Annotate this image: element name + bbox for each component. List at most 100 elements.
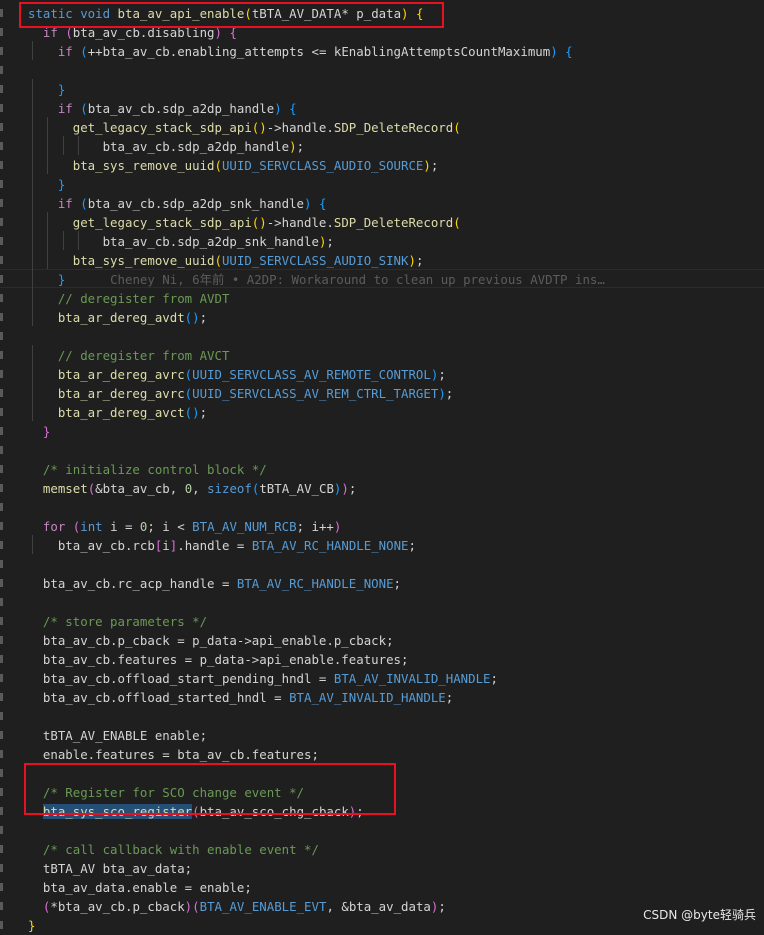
code-line[interactable]: tBTA_AV bta_av_data;: [0, 858, 764, 877]
code-line[interactable]: bta_av_cb.features = p_data->api_enable.…: [0, 649, 764, 668]
code-line[interactable]: /* call callback with enable event */: [0, 839, 764, 858]
code-token: ;: [438, 899, 446, 914]
gutter-marker: [0, 218, 3, 226]
code-text: memset(&bta_av_cb, 0, sizeof(tBTA_AV_CB)…: [28, 479, 356, 498]
code-line[interactable]: bta_sys_remove_uuid(UUID_SERVCLASS_AUDIO…: [0, 155, 764, 174]
code-line[interactable]: [0, 497, 764, 516]
gutter-marker: [0, 921, 3, 929]
code-text: bta_av_cb.offload_start_pending_hndl = B…: [28, 669, 498, 688]
code-line[interactable]: // deregister from AVDT: [0, 288, 764, 307]
gutter-marker: [0, 66, 3, 74]
code-token: i =: [110, 519, 140, 534]
code-text: bta_sys_remove_uuid(UUID_SERVCLASS_AUDIO…: [28, 156, 439, 175]
code-token: (): [184, 405, 200, 420]
code-text: bta_ar_dereg_avdt();: [28, 308, 207, 327]
code-text: enable.features = bta_av_cb.features;: [28, 745, 319, 764]
code-text: bta_ar_dereg_avrc(UUID_SERVCLASS_AV_REMO…: [28, 365, 446, 384]
code-line[interactable]: if (++bta_av_cb.enabling_attempts <= kEn…: [0, 41, 764, 60]
code-line[interactable]: [0, 554, 764, 573]
code-token: {: [281, 101, 297, 116]
code-line[interactable]: /* initialize control block */: [0, 459, 764, 478]
code-text: (*bta_av_cb.p_cback)(BTA_AV_ENABLE_EVT, …: [28, 897, 446, 916]
code-text: }: [28, 916, 35, 935]
gutter-marker: [0, 617, 3, 625]
code-token: }: [28, 177, 66, 192]
code-token: UUID_SERVCLASS_AUDIO_SINK: [221, 253, 409, 268]
code-token: (: [192, 899, 200, 914]
code-token: bta_ar_dereg_avrc: [28, 386, 185, 401]
code-token: if: [28, 196, 81, 211]
code-line[interactable]: bta_ar_dereg_avrc(UUID_SERVCLASS_AV_REMO…: [0, 364, 764, 383]
gutter-marker: [0, 807, 3, 815]
code-text: bta_ar_dereg_avct();: [28, 403, 207, 422]
code-line[interactable]: }: [0, 79, 764, 98]
gutter-marker: [0, 85, 3, 93]
code-line[interactable]: bta_av_cb.offload_started_hndl = BTA_AV_…: [0, 687, 764, 706]
code-line[interactable]: bta_sys_remove_uuid(UUID_SERVCLASS_AUDIO…: [0, 250, 764, 269]
code-token: (: [214, 158, 222, 173]
gutter-marker: [0, 503, 3, 511]
code-line[interactable]: memset(&bta_av_cb, 0, sizeof(tBTA_AV_CB)…: [0, 478, 764, 497]
code-token: }: [28, 272, 66, 287]
gutter-marker: [0, 826, 3, 834]
code-line[interactable]: if (bta_av_cb.sdp_a2dp_snk_handle) {: [0, 193, 764, 212]
code-line[interactable]: bta_ar_dereg_avrc(UUID_SERVCLASS_AV_REM_…: [0, 383, 764, 402]
code-token: BTA_AV_INVALID_HANDLE: [333, 671, 491, 686]
code-line[interactable]: }: [0, 421, 764, 440]
code-token: }: [28, 82, 66, 97]
code-token: bta_av_cb.rcb: [28, 538, 155, 553]
code-token: bta_sys_remove_uuid: [28, 158, 215, 173]
code-token: ;: [445, 690, 454, 705]
code-line[interactable]: bta_av_data.enable = enable;: [0, 877, 764, 896]
code-token: // deregister from AVDT: [28, 291, 230, 306]
code-token: ): [423, 158, 431, 173]
code-line[interactable]: bta_av_cb.p_cback = p_data->api_enable.p…: [0, 630, 764, 649]
gutter-marker: [0, 427, 3, 435]
code-token: enable.features = bta_av_cb.features;: [28, 747, 319, 762]
code-line[interactable]: get_legacy_stack_sdp_api()->handle.SDP_D…: [0, 117, 764, 136]
code-token: int: [80, 519, 111, 534]
code-line[interactable]: /* store parameters */: [0, 611, 764, 630]
code-line[interactable]: [0, 820, 764, 839]
code-token: sizeof: [207, 481, 252, 496]
code-line[interactable]: [0, 326, 764, 345]
code-text: bta_av_cb.sdp_a2dp_handle);: [28, 137, 304, 156]
code-token: bta_ar_dereg_avct: [28, 405, 185, 420]
code-line[interactable]: bta_av_cb.rcb[i].handle = BTA_AV_RC_HAND…: [0, 535, 764, 554]
code-line[interactable]: [0, 440, 764, 459]
code-line[interactable]: [0, 60, 764, 79]
code-token: ; i++: [296, 519, 334, 534]
code-line[interactable]: // deregister from AVCT: [0, 345, 764, 364]
code-line[interactable]: bta_av_cb.offload_start_pending_hndl = B…: [0, 668, 764, 687]
gutter-marker: [0, 864, 3, 872]
code-line[interactable]: bta_av_cb.sdp_a2dp_handle);: [0, 136, 764, 155]
gutter-marker: [0, 636, 3, 644]
code-token: // deregister from AVCT: [28, 348, 230, 363]
code-line[interactable]: [0, 592, 764, 611]
code-token: ;: [296, 139, 305, 154]
code-text: }: [28, 80, 65, 99]
annotation-box-sco-register: [24, 763, 396, 815]
code-line[interactable]: tBTA_AV_ENABLE enable;: [0, 725, 764, 744]
code-token: BTA_AV_RC_HANDLE_NONE: [251, 538, 409, 553]
code-line[interactable]: bta_ar_dereg_avdt();: [0, 307, 764, 326]
gutter-marker: [0, 123, 3, 131]
code-line[interactable]: bta_av_cb.rc_acp_handle = BTA_AV_RC_HAND…: [0, 573, 764, 592]
code-line[interactable]: [0, 706, 764, 725]
code-token: ;: [393, 576, 401, 591]
code-token: (: [184, 386, 193, 401]
code-token: /* call callback with enable event */: [28, 842, 319, 857]
code-token: (: [184, 367, 193, 382]
code-line[interactable]: } Cheney Ni, 6年前 • A2DP: Workaround to c…: [0, 269, 764, 288]
code-line[interactable]: }: [0, 174, 764, 193]
code-token: ;: [199, 310, 208, 325]
code-line[interactable]: enable.features = bta_av_cb.features;: [0, 744, 764, 763]
code-line[interactable]: if (bta_av_cb.sdp_a2dp_handle) {: [0, 98, 764, 117]
code-line[interactable]: get_legacy_stack_sdp_api()->handle.SDP_D…: [0, 212, 764, 231]
code-line[interactable]: bta_av_cb.sdp_a2dp_snk_handle);: [0, 231, 764, 250]
code-token: ): [289, 139, 297, 154]
code-line[interactable]: for (int i = 0; i < BTA_AV_NUM_RCB; i++): [0, 516, 764, 535]
code-token: i: [162, 538, 170, 553]
code-line[interactable]: bta_ar_dereg_avct();: [0, 402, 764, 421]
code-text: get_legacy_stack_sdp_api()->handle.SDP_D…: [28, 118, 461, 137]
